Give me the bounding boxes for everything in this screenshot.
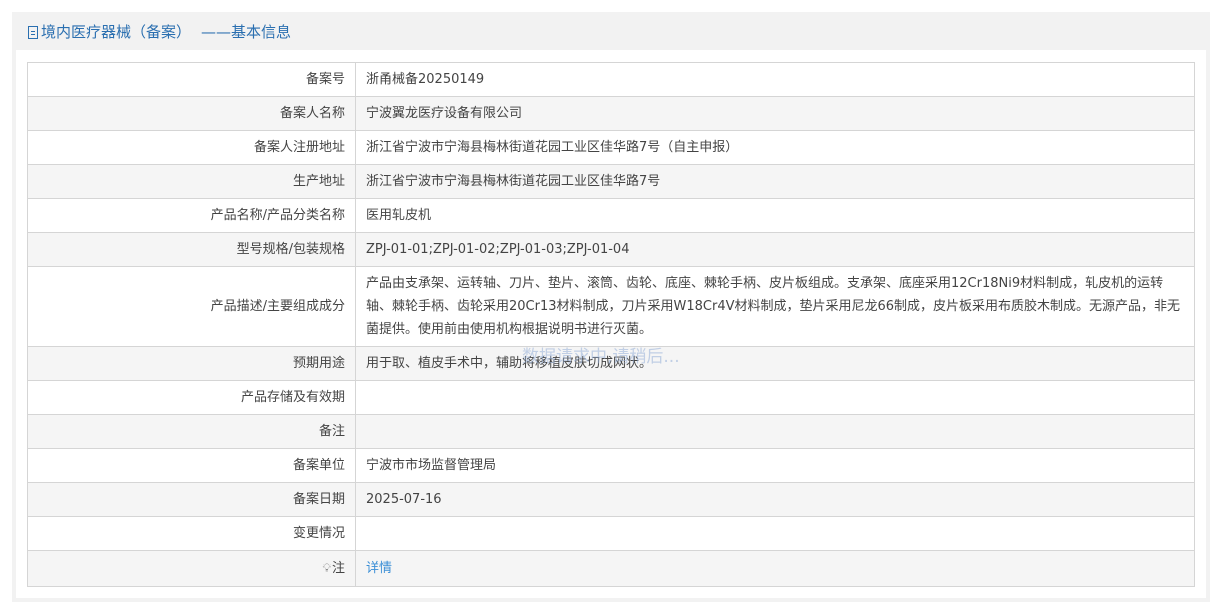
- row-value-filing-date: 2025-07-16: [355, 482, 1195, 517]
- row-value-production-address: 浙江省宁波市宁海县梅林街道花园工业区佳华路7号: [355, 164, 1195, 199]
- table-row: 备案单位 宁波市市场监督管理局: [27, 448, 1195, 483]
- table-row: 产品存储及有效期: [27, 380, 1195, 415]
- row-value-intended-use: 用于取、植皮手术中，辅助将移植皮肤切成网状。: [355, 346, 1195, 381]
- row-value-product-name: 医用轧皮机: [355, 198, 1195, 233]
- table-row: 产品描述/主要组成成分 产品由支承架、运转轴、刀片、垫片、滚筒、齿轮、底座、棘轮…: [27, 266, 1195, 347]
- lightbulb-icon: 💡︎: [322, 561, 331, 575]
- info-panel: 境内医疗器械（备案） ——基本信息 备案号 浙甬械备20250149 备案人名称…: [12, 12, 1210, 602]
- row-value-storage-validity: [355, 380, 1195, 415]
- row-value-registrant-name: 宁波翼龙医疗设备有限公司: [355, 96, 1195, 131]
- row-label-product-name: 产品名称/产品分类名称: [27, 198, 356, 233]
- info-table: 备案号 浙甬械备20250149 备案人名称 宁波翼龙医疗设备有限公司 备案人注…: [27, 62, 1195, 587]
- page-title: 境内医疗器械（备案）: [41, 22, 192, 41]
- row-label-filing-unit: 备案单位: [27, 448, 356, 483]
- document-icon: [28, 25, 38, 39]
- table-row: 预期用途 用于取、植皮手术中，辅助将移植皮肤切成网状。: [27, 346, 1195, 381]
- row-value-model-spec: ZPJ-01-01;ZPJ-01-02;ZPJ-01-03;ZPJ-01-04: [355, 232, 1195, 267]
- row-value-registrant-address: 浙江省宁波市宁海县梅林街道花园工业区佳华路7号（自主申报）: [355, 130, 1195, 165]
- row-label-registrant-address: 备案人注册地址: [27, 130, 356, 165]
- row-label-record-number: 备案号: [27, 62, 356, 97]
- table-row: 生产地址 浙江省宁波市宁海县梅林街道花园工业区佳华路7号: [27, 164, 1195, 199]
- row-value-change-status: [355, 516, 1195, 551]
- table-row: 产品名称/产品分类名称 医用轧皮机: [27, 198, 1195, 233]
- table-row: 备案号 浙甬械备20250149: [27, 62, 1195, 97]
- table-row: 备案日期 2025-07-16: [27, 482, 1195, 517]
- row-value-filing-unit: 宁波市市场监督管理局: [355, 448, 1195, 483]
- row-label-registrant-name: 备案人名称: [27, 96, 356, 131]
- panel-body: 备案号 浙甬械备20250149 备案人名称 宁波翼龙医疗设备有限公司 备案人注…: [16, 50, 1206, 598]
- row-value-note: 详情: [355, 550, 1195, 587]
- row-label-change-status: 变更情况: [27, 516, 356, 551]
- row-label-note: 💡︎注: [27, 550, 356, 587]
- table-row: 💡︎注 详情: [27, 550, 1195, 587]
- table-row: 备案人名称 宁波翼龙医疗设备有限公司: [27, 96, 1195, 131]
- page-subtitle: ——基本信息: [201, 22, 292, 41]
- row-label-remarks: 备注: [27, 414, 356, 449]
- row-value-remarks: [355, 414, 1195, 449]
- table-row: 变更情况: [27, 516, 1195, 551]
- note-label-text: 注: [331, 561, 345, 576]
- row-label-production-address: 生产地址: [27, 164, 356, 199]
- row-label-product-description: 产品描述/主要组成成分: [27, 266, 356, 347]
- details-link[interactable]: 详情: [366, 561, 392, 576]
- row-label-storage-validity: 产品存储及有效期: [27, 380, 356, 415]
- row-label-intended-use: 预期用途: [27, 346, 356, 381]
- row-value-record-number: 浙甬械备20250149: [355, 62, 1195, 97]
- table-row: 备注: [27, 414, 1195, 449]
- row-value-product-description: 产品由支承架、运转轴、刀片、垫片、滚筒、齿轮、底座、棘轮手柄、皮片板组成。支承架…: [355, 266, 1195, 347]
- row-label-filing-date: 备案日期: [27, 482, 356, 517]
- table-row: 型号规格/包装规格 ZPJ-01-01;ZPJ-01-02;ZPJ-01-03;…: [27, 232, 1195, 267]
- panel-header: 境内医疗器械（备案） ——基本信息: [12, 12, 1210, 50]
- table-row: 备案人注册地址 浙江省宁波市宁海县梅林街道花园工业区佳华路7号（自主申报）: [27, 130, 1195, 165]
- row-label-model-spec: 型号规格/包装规格: [27, 232, 356, 267]
